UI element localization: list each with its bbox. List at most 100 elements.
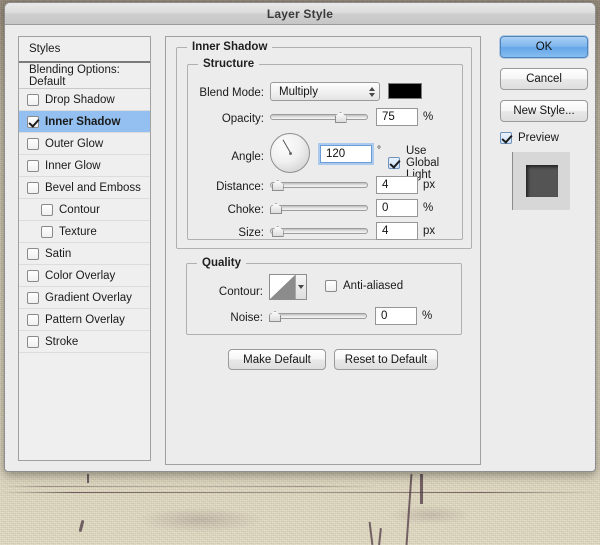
checkbox-icon xyxy=(500,132,512,144)
sidebar-item-contour[interactable]: Contour xyxy=(19,199,150,221)
sidebar-item-label: Gradient Overlay xyxy=(45,291,132,304)
sidebar-item-bevel-and-emboss[interactable]: Bevel and Emboss xyxy=(19,177,150,199)
angle-input[interactable]: 120 xyxy=(320,145,372,163)
ok-button[interactable]: OK xyxy=(500,36,588,58)
blend-mode-value: Multiply xyxy=(279,85,318,98)
noise-label: Noise: xyxy=(230,312,263,324)
opacity-label: Opacity: xyxy=(221,113,264,125)
noise-unit: % xyxy=(422,310,433,322)
structure-legend: Structure xyxy=(198,58,260,70)
checkbox-icon[interactable] xyxy=(27,313,39,326)
angle-dial[interactable] xyxy=(270,133,310,173)
opacity-input[interactable]: 75 xyxy=(376,108,418,126)
styles-sidebar: Styles Blending Options: Default Drop Sh… xyxy=(18,36,151,461)
noise-slider-track xyxy=(269,313,367,319)
checkbox-icon[interactable] xyxy=(27,93,39,106)
checkbox-icon xyxy=(325,280,337,292)
opacity-slider-track xyxy=(270,114,368,120)
angle-label: Angle: xyxy=(231,151,264,163)
chevron-down-icon[interactable] xyxy=(295,275,306,299)
styles-header[interactable]: Styles xyxy=(19,37,150,63)
anti-aliased-label: Anti-aliased xyxy=(343,280,404,292)
blend-mode-dropdown[interactable]: Multiply xyxy=(270,82,380,101)
size-slider[interactable] xyxy=(270,224,368,238)
preview-shape xyxy=(525,165,558,197)
quality-legend: Quality xyxy=(197,257,246,269)
anti-aliased-checkbox[interactable]: Anti-aliased xyxy=(325,280,403,292)
choke-input[interactable]: 0 xyxy=(376,199,418,217)
size-input[interactable]: 4 xyxy=(376,222,418,240)
sidebar-item-pattern-overlay[interactable]: Pattern Overlay xyxy=(19,309,150,331)
size-slider-track xyxy=(270,228,368,234)
checkbox-icon[interactable] xyxy=(27,269,39,282)
contour-preset-picker[interactable] xyxy=(269,274,307,300)
checkbox-icon[interactable] xyxy=(27,247,39,260)
desktop-horizon-line-2 xyxy=(0,486,380,487)
cancel-button[interactable]: Cancel xyxy=(500,68,588,90)
inner-shadow-legend: Inner Shadow xyxy=(187,41,273,53)
sidebar-item-inner-glow[interactable]: Inner Glow xyxy=(19,155,150,177)
choke-unit: % xyxy=(423,202,434,214)
sidebar-item-inner-shadow[interactable]: Inner Shadow xyxy=(19,111,150,133)
checkbox-icon[interactable] xyxy=(27,115,39,128)
desktop-twig-2 xyxy=(420,474,423,504)
angle-dial-center xyxy=(288,151,292,155)
contour-curve-thumbnail xyxy=(270,275,295,299)
checkbox-icon[interactable] xyxy=(27,137,39,150)
checkbox-icon[interactable] xyxy=(27,181,39,194)
size-label: Size: xyxy=(238,227,264,239)
checkbox-icon[interactable] xyxy=(41,203,53,216)
choke-value: 0 xyxy=(382,202,389,214)
inner-shadow-group: Inner Shadow Structure Blend Mode: Multi… xyxy=(176,41,472,249)
size-unit: px xyxy=(423,225,436,237)
checkbox-icon[interactable] xyxy=(27,159,39,172)
sidebar-item-label: Outer Glow xyxy=(45,137,104,150)
noise-value: 0 xyxy=(381,310,388,322)
blending-options-item[interactable]: Blending Options: Default xyxy=(19,63,150,89)
effect-settings-panel: Inner Shadow Structure Blend Mode: Multi… xyxy=(165,36,481,465)
style-effects-list: Drop Shadow Inner Shadow Outer Glow Inner G… xyxy=(19,89,150,353)
new-style-button[interactable]: New Style... xyxy=(500,100,588,122)
angle-dial-needle xyxy=(282,139,291,153)
noise-slider[interactable] xyxy=(269,309,367,323)
distance-input[interactable]: 4 xyxy=(376,176,418,194)
desktop-twig-6 xyxy=(87,474,89,483)
choke-label: Choke: xyxy=(227,204,264,216)
dialog-titlebar[interactable]: Layer Style xyxy=(5,3,595,25)
sidebar-item-gradient-overlay[interactable]: Gradient Overlay xyxy=(19,287,150,309)
opacity-value: 75 xyxy=(382,111,395,123)
distance-slider[interactable] xyxy=(270,178,368,192)
reset-to-default-button[interactable]: Reset to Default xyxy=(334,349,438,370)
sidebar-item-stroke[interactable]: Stroke xyxy=(19,331,150,353)
dialog-actions: OK Cancel New Style... Preview xyxy=(500,36,590,210)
preview-label: Preview xyxy=(518,132,559,144)
layer-style-dialog: Layer Style Styles Blending Options: Def… xyxy=(4,2,596,472)
chevron-updown-icon xyxy=(369,86,375,97)
preview-checkbox[interactable]: Preview xyxy=(500,132,590,144)
checkbox-icon[interactable] xyxy=(27,291,39,304)
make-default-button[interactable]: Make Default xyxy=(228,349,326,370)
structure-group: Structure Blend Mode: Multiply Opacity: xyxy=(187,58,463,240)
dialog-title: Layer Style xyxy=(266,6,334,21)
sidebar-item-texture[interactable]: Texture xyxy=(19,221,150,243)
shadow-color-swatch[interactable] xyxy=(388,83,422,99)
sidebar-item-label: Stroke xyxy=(45,335,79,348)
distance-unit: px xyxy=(423,179,436,191)
checkbox-icon[interactable] xyxy=(27,335,39,348)
opacity-slider[interactable] xyxy=(270,110,368,124)
sidebar-item-color-overlay[interactable]: Color Overlay xyxy=(19,265,150,287)
opacity-unit: % xyxy=(423,111,434,123)
sidebar-empty-area xyxy=(19,353,150,455)
preview-thumbnail xyxy=(512,152,570,210)
sidebar-item-satin[interactable]: Satin xyxy=(19,243,150,265)
sidebar-item-label: Pattern Overlay xyxy=(45,313,125,326)
choke-slider[interactable] xyxy=(270,201,368,215)
choke-slider-track xyxy=(270,205,368,211)
checkbox-icon[interactable] xyxy=(41,225,53,238)
sidebar-item-drop-shadow[interactable]: Drop Shadow xyxy=(19,89,150,111)
noise-input[interactable]: 0 xyxy=(375,307,417,325)
distance-value: 4 xyxy=(382,179,389,191)
quality-group: Quality Contour: Anti-aliased Noise: 0 % xyxy=(186,257,462,335)
sidebar-item-label: Bevel and Emboss xyxy=(45,181,141,194)
sidebar-item-outer-glow[interactable]: Outer Glow xyxy=(19,133,150,155)
